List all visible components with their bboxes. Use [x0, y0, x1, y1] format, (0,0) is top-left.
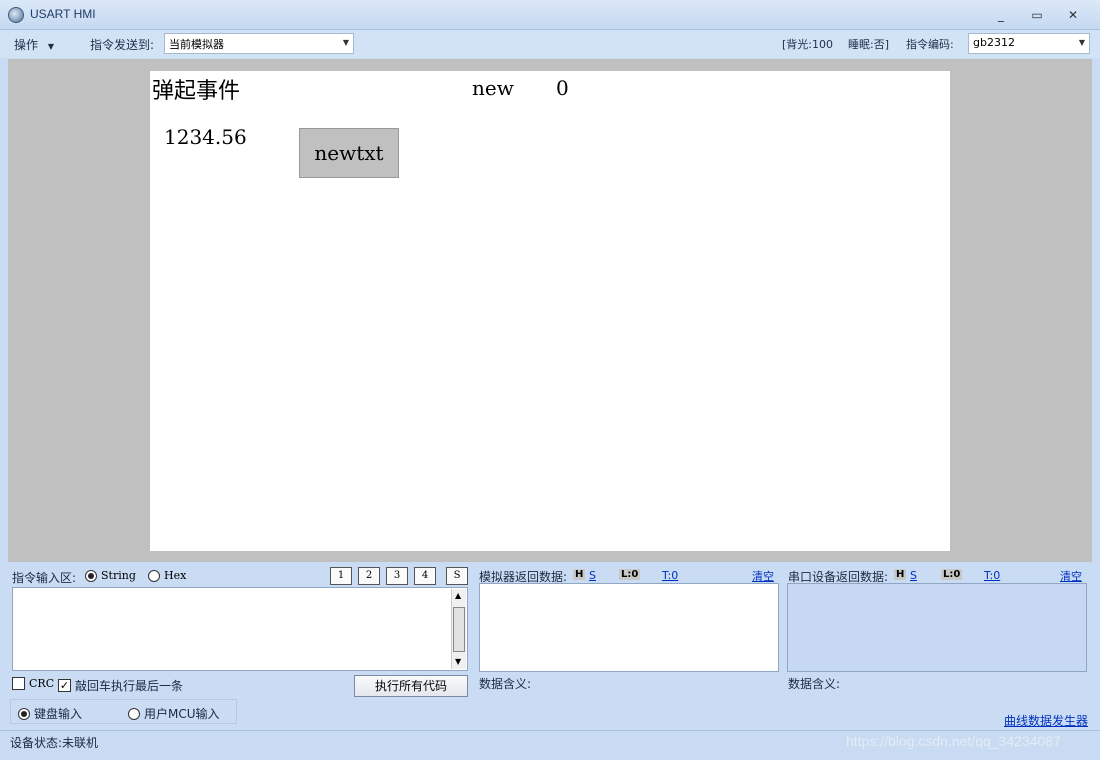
popup-event-text: 弹起事件: [152, 79, 241, 104]
sim-length-indicator: L:0: [619, 569, 641, 580]
sim-meaning-label: 数据含义:: [479, 677, 532, 691]
mcu-input-radio[interactable]: 用户MCU输入: [128, 705, 220, 722]
page-button-s[interactable]: S: [446, 567, 468, 585]
serial-hex-toggle[interactable]: H: [894, 569, 907, 580]
scrollbar[interactable]: ▲ ▼: [451, 589, 466, 669]
curve-generator-link[interactable]: 曲线数据发生器: [1004, 712, 1088, 729]
app-icon: [8, 7, 24, 23]
operation-menu[interactable]: 操作 ▼: [14, 36, 54, 53]
keyboard-input-radio[interactable]: 键盘输入: [18, 705, 82, 722]
watermark: https://blog.csdn.net/qq_34234087: [846, 733, 1061, 749]
maximize-button[interactable]: ▭: [1024, 6, 1050, 24]
crc-checkbox[interactable]: CRC: [12, 677, 54, 690]
close-button[interactable]: ✕: [1060, 6, 1086, 24]
device-status: 设备状态:未联机: [10, 736, 99, 750]
command-input[interactable]: ▲ ▼: [12, 587, 468, 671]
scroll-up-icon[interactable]: ▲: [455, 591, 461, 600]
window-title: USART HMI: [30, 7, 96, 21]
chevron-down-icon: ▼: [47, 42, 54, 51]
minimize-button[interactable]: _: [988, 6, 1014, 24]
sim-string-toggle[interactable]: S: [589, 569, 596, 582]
mcu-input-label: 用户MCU输入: [144, 707, 220, 721]
encoding-select[interactable]: gb2312 ▼: [968, 33, 1090, 54]
sim-clear-link[interactable]: 清空: [752, 568, 774, 584]
scrollbar-thumb[interactable]: [453, 607, 465, 652]
page-button-4[interactable]: 4: [414, 567, 436, 585]
radio-icon: [128, 707, 140, 720]
serial-clear-link[interactable]: 清空: [1060, 568, 1082, 584]
hex-radio[interactable]: Hex: [148, 569, 186, 582]
sim-time-indicator[interactable]: T:0: [662, 569, 678, 582]
radio-icon: [148, 569, 160, 582]
hex-label: Hex: [164, 569, 187, 582]
radio-icon: [18, 707, 30, 720]
page-button-3[interactable]: 3: [386, 567, 408, 585]
operation-menu-label: 操作: [14, 38, 39, 52]
scroll-down-icon[interactable]: ▼: [455, 657, 461, 666]
page-button-1[interactable]: 1: [330, 567, 352, 585]
crc-label: CRC: [29, 677, 55, 690]
status-bar: 设备状态:未联机 https://blog.csdn.net/qq_342340…: [0, 730, 1100, 760]
keyboard-input-label: 键盘输入: [34, 707, 83, 721]
sim-hex-toggle[interactable]: H: [573, 569, 586, 580]
enter-exec-label: 敲回车执行最后一条: [75, 679, 184, 693]
send-to-select[interactable]: 当前模拟器 ▼: [164, 33, 354, 54]
serial-meaning-label: 数据含义:: [788, 677, 841, 691]
title-bar: USART HMI _ ▭ ✕: [0, 0, 1100, 30]
backlight-status: [背光:100: [782, 38, 833, 51]
checkbox-icon: [12, 677, 25, 690]
encoding-value: gb2312: [973, 36, 1015, 49]
new-text-component[interactable]: new: [472, 76, 514, 100]
serial-length-indicator: L:0: [941, 569, 963, 580]
simulator-screen[interactable]: 弹起事件 new 0 1234.56 newtxt: [150, 71, 950, 551]
input-area-label: 指令输入区:: [12, 571, 77, 585]
radio-icon: [85, 569, 97, 582]
sim-return-output[interactable]: [479, 583, 779, 672]
sleep-status: 睡眠:否]: [848, 38, 889, 51]
toolbar: 操作 ▼ 指令发送到: 当前模拟器 ▼ [背光:100 睡眠:否] 指令编码: …: [0, 30, 1100, 58]
newtxt-button[interactable]: newtxt: [299, 128, 399, 178]
float-component[interactable]: 1234.56: [164, 125, 247, 149]
enter-exec-checkbox[interactable]: ✓ 敲回车执行最后一条: [58, 677, 183, 694]
string-radio[interactable]: String: [85, 569, 136, 582]
serial-time-indicator[interactable]: T:0: [984, 569, 1000, 582]
send-to-value: 当前模拟器: [169, 38, 224, 51]
chevron-down-icon: ▼: [1078, 38, 1085, 47]
chevron-down-icon: ▼: [342, 38, 349, 47]
serial-return-output[interactable]: [787, 583, 1087, 672]
checkmark-icon: ✓: [58, 679, 71, 692]
number-component[interactable]: 0: [556, 76, 569, 100]
string-label: String: [101, 569, 136, 582]
serial-string-toggle[interactable]: S: [910, 569, 917, 582]
execute-all-button[interactable]: 执行所有代码: [354, 675, 468, 697]
page-button-2[interactable]: 2: [358, 567, 380, 585]
send-to-label: 指令发送到:: [90, 38, 155, 52]
encoding-label: 指令编码:: [906, 38, 954, 51]
